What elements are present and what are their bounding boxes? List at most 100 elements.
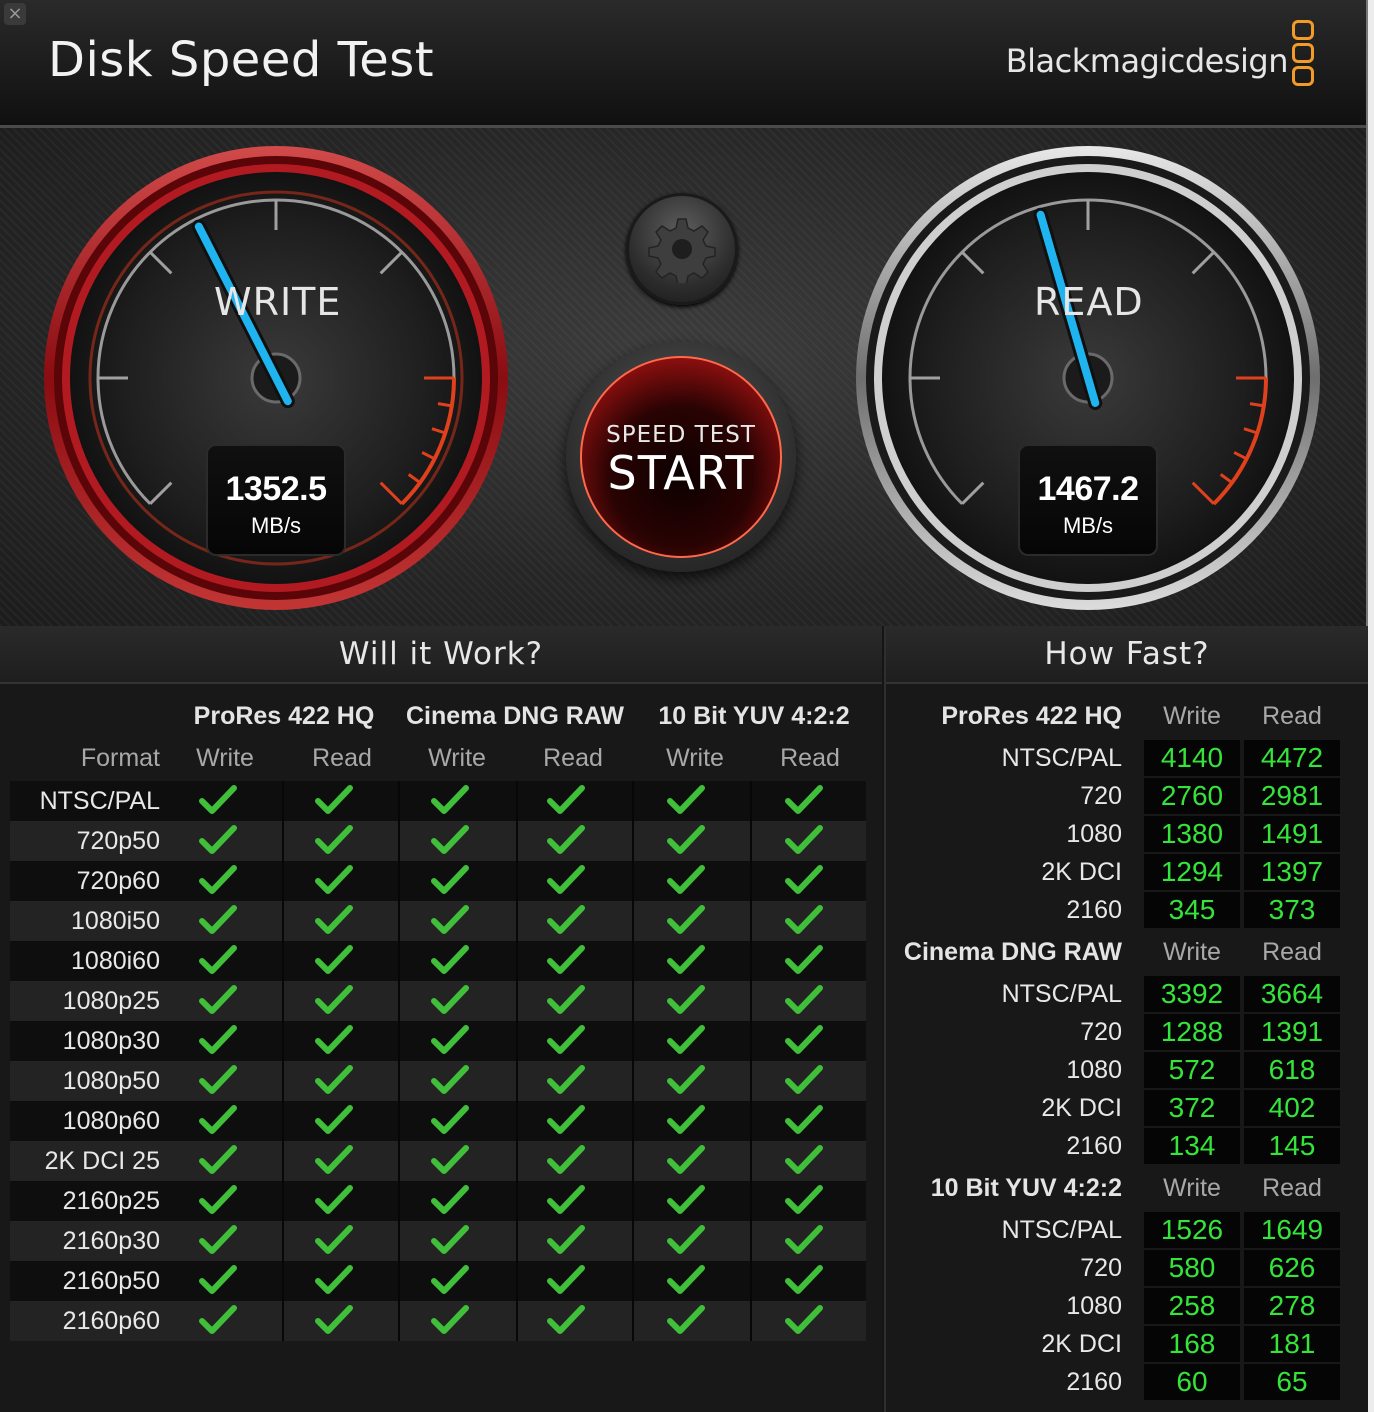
how-fast-row-label: NTSC/PAL (1001, 980, 1122, 1008)
how-fast-title: How Fast? (1044, 636, 1210, 672)
format-label: 720p50 (76, 827, 160, 855)
how-fast-row-label: 1080 (1066, 1056, 1122, 1084)
disk-speed-test-window: × Disk Speed Test Blackmagicdesign WRITE… (0, 0, 1374, 1412)
checkmark-icon (667, 825, 705, 854)
checkmark-icon (315, 865, 353, 894)
write-speed-value: 1352.5 (225, 470, 328, 508)
format-label: NTSC/PAL (39, 787, 160, 815)
table-row: 2160p50 (10, 1261, 866, 1301)
format-label: 2160p50 (62, 1267, 160, 1295)
checkmark-icon (199, 825, 237, 854)
settings-button[interactable] (626, 193, 738, 305)
checkmark-icon (431, 1185, 469, 1214)
how-fast-read-fps: 402 (1244, 1090, 1340, 1126)
how-fast-write-header: Write (1163, 702, 1221, 730)
checkmark-icon (547, 1105, 585, 1134)
how-fast-read-fps: 3664 (1244, 976, 1340, 1012)
checkmark-icon (199, 1105, 237, 1134)
checkmark-icon (315, 1145, 353, 1174)
start-button-label: START (607, 446, 755, 500)
how-fast-write-fps: 2760 (1144, 778, 1240, 814)
checkmark-icon (547, 985, 585, 1014)
title-bar: × Disk Speed Test Blackmagicdesign (0, 0, 1366, 128)
checkmark-icon (785, 865, 823, 894)
how-fast-write-fps: 258 (1144, 1288, 1240, 1324)
how-fast-read-header: Read (1262, 702, 1322, 730)
table-row: 2160p60 (10, 1301, 866, 1341)
format-label: 1080p50 (62, 1067, 160, 1095)
checkmark-icon (431, 1105, 469, 1134)
start-button-caption: SPEED TEST (606, 422, 756, 448)
how-fast-row-label: NTSC/PAL (1001, 744, 1122, 772)
checkmark-icon (785, 985, 823, 1014)
will-it-work-header: Will it Work? (0, 626, 882, 684)
checkmark-icon (667, 1185, 705, 1214)
how-fast-read-fps: 4472 (1244, 740, 1340, 776)
how-fast-write-fps: 168 (1144, 1326, 1240, 1362)
how-fast-row-label: NTSC/PAL (1001, 1216, 1122, 1244)
how-fast-read-fps: 2981 (1244, 778, 1340, 814)
checkmark-icon (785, 1145, 823, 1174)
checkmark-icon (547, 785, 585, 814)
checkmark-icon (547, 945, 585, 974)
how-fast-row-label: 2160 (1066, 1132, 1122, 1160)
checkmark-icon (315, 985, 353, 1014)
checkmark-icon (431, 945, 469, 974)
how-fast-row-label: 2K DCI (1041, 1330, 1122, 1358)
checkmark-icon (785, 1185, 823, 1214)
checkmark-icon (547, 1065, 585, 1094)
checkmark-icon (547, 1025, 585, 1054)
checkmark-icon (547, 1225, 585, 1254)
how-fast-group-title: 10 Bit YUV 4:2:2 (930, 1174, 1122, 1202)
checkmark-icon (785, 825, 823, 854)
start-speed-test-button[interactable]: SPEED TEST START (566, 342, 796, 572)
checkmark-icon (431, 1305, 469, 1334)
checkmark-icon (315, 785, 353, 814)
how-fast-group-title: Cinema DNG RAW (903, 938, 1122, 966)
checkmark-icon (315, 945, 353, 974)
how-fast-row-label: 2K DCI (1041, 858, 1122, 886)
table-row: 1080i60 (10, 941, 866, 981)
checkmark-icon (667, 1145, 705, 1174)
table-row: 1080p60 (10, 1101, 866, 1141)
how-fast-row-label: 720 (1080, 1254, 1122, 1282)
read-speed-readout: 1467.2 MB/s (1020, 446, 1156, 554)
checkmark-icon (431, 1065, 469, 1094)
table-row: 1080p25 (10, 981, 866, 1021)
how-fast-read-fps: 65 (1244, 1364, 1340, 1400)
checkmark-icon (785, 905, 823, 934)
checkmark-icon (547, 825, 585, 854)
checkmark-icon (547, 1305, 585, 1334)
checkmark-icon (547, 1265, 585, 1294)
checkmark-icon (199, 1025, 237, 1054)
checkmark-icon (785, 1065, 823, 1094)
checkmark-icon (199, 1305, 237, 1334)
how-fast-write-fps: 345 (1144, 892, 1240, 928)
how-fast-row-label: 720 (1080, 1018, 1122, 1046)
checkmark-icon (667, 905, 705, 934)
checkmark-icon (667, 1225, 705, 1254)
close-icon[interactable]: × (4, 3, 26, 25)
checkmark-icon (785, 1265, 823, 1294)
how-fast-read-fps: 1397 (1244, 854, 1340, 890)
checkmark-icon (667, 865, 705, 894)
table-row: 2K DCI 25 (10, 1141, 866, 1181)
dng-write-header: Write (428, 744, 486, 772)
checkmark-icon (199, 865, 237, 894)
how-fast-row-label: 2160 (1066, 1368, 1122, 1396)
checkmark-icon (431, 865, 469, 894)
how-fast-row-label: 1080 (1066, 1292, 1122, 1320)
brand-name: Blackmagicdesign (1005, 42, 1289, 80)
checkmark-icon (431, 1145, 469, 1174)
will-it-work-table: NTSC/PAL 720p50 720p60 1080i50 1080i60 1080p2… (10, 781, 866, 1341)
how-fast-read-header: Read (1262, 1174, 1322, 1202)
checkmark-icon (199, 1265, 237, 1294)
checkmark-icon (431, 1025, 469, 1054)
format-label: 1080p25 (62, 987, 160, 1015)
checkmark-icon (667, 1305, 705, 1334)
column-divider (516, 781, 518, 1341)
checkmark-icon (547, 865, 585, 894)
how-fast-group-title: ProRes 422 HQ (941, 702, 1122, 730)
checkmark-icon (315, 1025, 353, 1054)
how-fast-read-fps: 278 (1244, 1288, 1340, 1324)
